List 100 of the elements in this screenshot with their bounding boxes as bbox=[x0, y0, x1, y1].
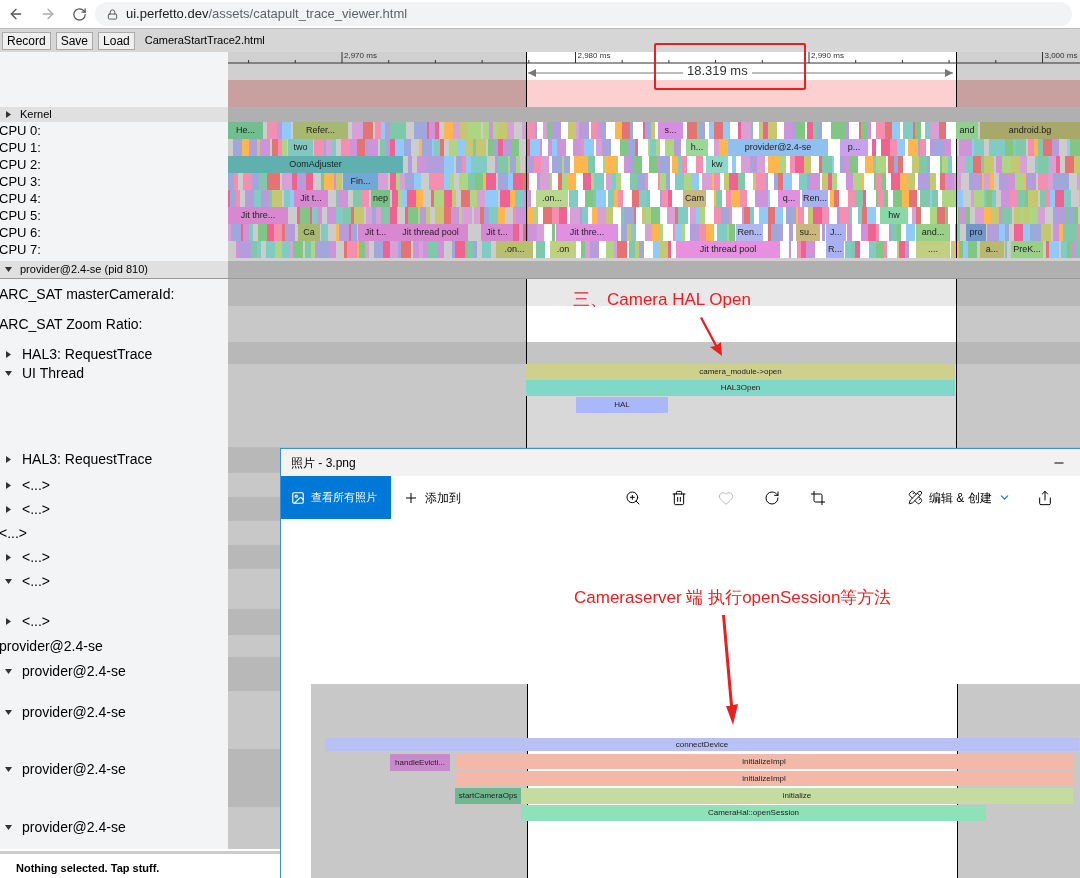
caret-icon[interactable] bbox=[5, 111, 12, 118]
trace-slice: initializeImpl bbox=[455, 771, 1073, 786]
crop-icon[interactable] bbox=[810, 489, 826, 506]
caret-icon[interactable] bbox=[5, 481, 12, 489]
trace-slice[interactable]: su... bbox=[796, 224, 820, 241]
trace-slice[interactable]: camera_module->open bbox=[526, 364, 955, 380]
caret-icon[interactable] bbox=[5, 369, 12, 377]
trace-slice[interactable]: Jit thre... bbox=[228, 207, 288, 224]
trace-slice[interactable]: Jit t... bbox=[358, 224, 393, 241]
trace-slice[interactable]: OomAdjuster bbox=[228, 156, 403, 173]
track-label[interactable]: provider@2.4-se bbox=[0, 760, 126, 778]
toolbar-button[interactable]: Save bbox=[55, 31, 94, 50]
rotate-icon[interactable] bbox=[764, 489, 780, 506]
view-all-button[interactable]: 查看所有照片 bbox=[281, 476, 391, 519]
trace-slice[interactable]: J... bbox=[826, 224, 846, 241]
trace-slice[interactable]: .... bbox=[916, 241, 950, 258]
cpu-label: CPU 1: bbox=[0, 141, 41, 154]
trace-slice[interactable]: R... bbox=[826, 241, 844, 258]
caret-icon[interactable] bbox=[5, 577, 12, 585]
trace-slice[interactable]: android.bg bbox=[980, 122, 1080, 139]
trace-slice[interactable]: Jit thre... bbox=[556, 224, 618, 241]
trace-slice[interactable]: q... bbox=[778, 190, 800, 207]
track-label: provider@2.4-se bbox=[0, 637, 103, 655]
tick-label: 2,990 ms bbox=[811, 52, 844, 60]
track-label[interactable]: <...> bbox=[0, 548, 51, 566]
track-label[interactable]: <...> bbox=[0, 500, 51, 518]
cpu-label: CPU 4: bbox=[0, 192, 41, 205]
caret-icon[interactable] bbox=[5, 823, 12, 831]
trace-slice[interactable]: .on bbox=[550, 241, 576, 258]
trace-slice[interactable]: kw bbox=[706, 156, 728, 173]
tick-label: 3,000 ms bbox=[1044, 52, 1078, 60]
group-header[interactable]: Kernel bbox=[0, 107, 228, 122]
edit-icon bbox=[908, 490, 923, 505]
trace-slice[interactable]: Fin... bbox=[343, 173, 378, 190]
trace-slice[interactable]: Cam bbox=[683, 190, 706, 207]
trace-slice[interactable]: Jit thread pool bbox=[676, 241, 780, 258]
trace-slice[interactable]: HAL3Open bbox=[526, 380, 955, 396]
caret-icon[interactable] bbox=[5, 505, 12, 513]
share-icon[interactable] bbox=[1036, 489, 1053, 506]
tick-label: 2,970 ms bbox=[344, 52, 377, 60]
trace-slice[interactable]: two bbox=[288, 139, 313, 156]
trace-slice: CameraHal::openSession bbox=[521, 805, 986, 821]
trace-slice[interactable]: Ca bbox=[298, 224, 320, 241]
trace-slice[interactable]: .on... bbox=[496, 241, 533, 258]
caret-icon[interactable] bbox=[5, 350, 12, 358]
trace-slice[interactable]: pro bbox=[966, 224, 986, 241]
trace-slice[interactable]: provider@2.4-se bbox=[728, 139, 828, 156]
trace-slice[interactable]: Jit thread pool bbox=[393, 224, 468, 241]
caret-icon[interactable] bbox=[5, 617, 12, 625]
trace-slice[interactable]: and... bbox=[916, 224, 950, 241]
trace-slice[interactable]: p... bbox=[840, 139, 868, 156]
trace-slice[interactable]: He... bbox=[228, 122, 263, 139]
caret-icon[interactable] bbox=[5, 765, 12, 773]
file-name: CameraStartTrace2.html bbox=[144, 33, 265, 49]
caret-icon[interactable] bbox=[5, 455, 12, 463]
track-label: <...> bbox=[0, 524, 28, 542]
track-label[interactable]: <...> bbox=[0, 572, 51, 590]
trace-slice[interactable]: nep bbox=[371, 190, 390, 207]
group-header[interactable]: provider@2.4-se (pid 810) bbox=[0, 261, 228, 278]
caret-icon[interactable] bbox=[5, 266, 12, 273]
trace-slice[interactable]: and bbox=[956, 122, 978, 139]
group-label: Kernel bbox=[20, 107, 52, 123]
track-label[interactable]: provider@2.4-se bbox=[0, 703, 126, 721]
track-label[interactable]: UI Thread bbox=[0, 364, 84, 382]
trace-slice[interactable]: s... bbox=[658, 122, 683, 139]
add-to-button[interactable]: 添加到 bbox=[403, 488, 461, 507]
trace-slice: initialize bbox=[521, 788, 1073, 804]
cpu-label: CPU 6: bbox=[0, 226, 41, 239]
trace-slice[interactable]: PreK... bbox=[1011, 241, 1043, 258]
tick-label: 2,980 ms bbox=[577, 52, 611, 60]
reload-icon[interactable] bbox=[72, 6, 87, 22]
track-label[interactable]: <...> bbox=[0, 476, 51, 494]
caret-icon[interactable] bbox=[5, 667, 12, 675]
trace-slice[interactable]: Jit t... bbox=[481, 224, 513, 241]
delete-icon[interactable] bbox=[671, 489, 687, 506]
back-icon[interactable] bbox=[8, 6, 24, 22]
caret-icon[interactable] bbox=[5, 553, 12, 561]
image-icon bbox=[291, 490, 305, 505]
lock-icon bbox=[107, 8, 118, 20]
caret-icon[interactable] bbox=[5, 708, 12, 716]
edit-create-button[interactable]: 编辑 & 创建 bbox=[908, 488, 1011, 507]
trace-slice: startCameraOps bbox=[455, 788, 521, 804]
trace-slice[interactable]: .on... bbox=[536, 190, 568, 207]
trace-slice[interactable]: Refer... bbox=[293, 122, 348, 139]
trace-slice[interactable]: Ren... bbox=[736, 224, 763, 241]
trace-slice[interactable]: h... bbox=[686, 139, 708, 156]
status-text: Nothing selected. Tap stuff. bbox=[16, 862, 161, 875]
zoom-in-icon[interactable] bbox=[625, 489, 641, 506]
toolbar-button[interactable]: Load bbox=[98, 31, 135, 50]
trace-slice[interactable]: Ren... bbox=[802, 190, 828, 207]
trace-slice[interactable]: HAL bbox=[576, 397, 668, 413]
track-label[interactable]: <...> bbox=[0, 612, 51, 630]
address-bar[interactable]: ui.perfetto.dev/assets/catapult_trace_viewer.html bbox=[95, 2, 1072, 26]
trace-slice: handleEvicti... bbox=[390, 754, 450, 771]
toolbar-button[interactable]: Record bbox=[2, 31, 51, 50]
cpu-label: CPU 5: bbox=[0, 209, 41, 222]
trace-slice[interactable]: Jit t... bbox=[294, 190, 328, 207]
annotation-text: 三、Camera HAL Open bbox=[573, 289, 751, 311]
trace-slice[interactable]: hw bbox=[880, 207, 908, 224]
trace-slice[interactable]: a... bbox=[980, 241, 1004, 258]
